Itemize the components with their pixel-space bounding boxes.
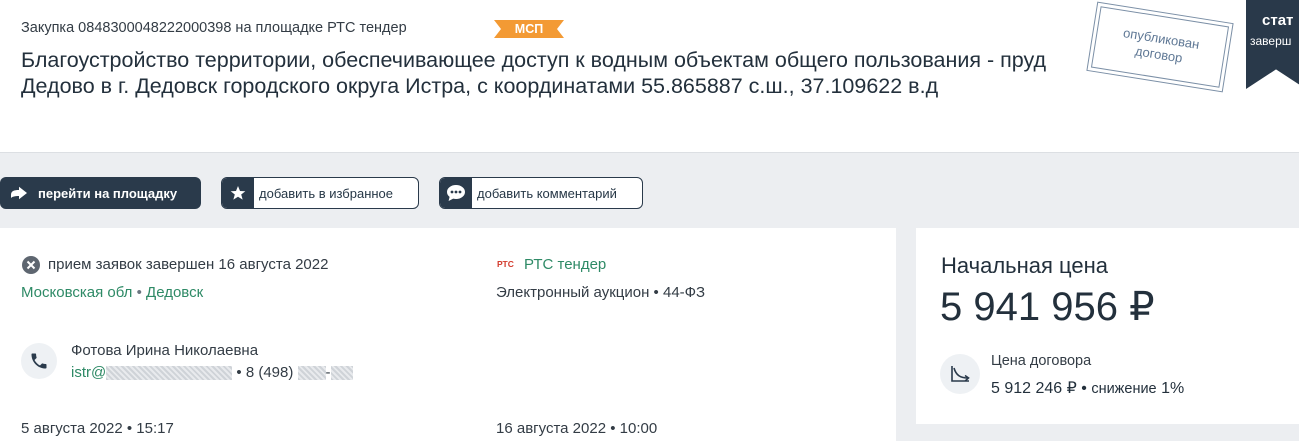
status-flag-title: стат bbox=[1262, 12, 1294, 29]
add-to-favorites-button[interactable]: добавить в избранное bbox=[221, 177, 419, 209]
contract-price-line: 5 912 246 ₽ • снижение 1% bbox=[991, 378, 1184, 398]
redacted-phone-part bbox=[330, 366, 353, 381]
initial-price-value: 5 941 956 ₽ bbox=[940, 285, 1155, 329]
application-status: прием заявок завершен 16 августа 2022 bbox=[48, 256, 329, 273]
procedure-type: Электронный аукцион • 44-ФЗ bbox=[496, 284, 706, 301]
go-to-platform-label: перейти на площадку bbox=[38, 185, 178, 201]
purchase-header: Закупка 0848300048222000398 на площадке … bbox=[0, 0, 1299, 153]
trend-down-icon bbox=[940, 354, 980, 394]
star-icon bbox=[222, 178, 254, 208]
phone-prefix: • 8 (498) bbox=[236, 364, 294, 381]
contract-price-value: 5 912 246 ₽ bbox=[991, 380, 1077, 397]
purchase-title: Благоустройство территории, обеспечивающ… bbox=[21, 48, 1047, 98]
add-comment-label: добавить комментарий bbox=[477, 185, 617, 201]
region-link[interactable]: Московская обл bbox=[21, 284, 132, 301]
city-link[interactable]: Дедовск bbox=[146, 284, 203, 301]
rts-logo: РТС bbox=[497, 259, 514, 269]
publish-date: 5 августа 2022 • 15:17 bbox=[21, 420, 174, 437]
msp-badge: МСП bbox=[494, 20, 564, 38]
reduction-value: 1% bbox=[1161, 380, 1185, 397]
add-comment-button[interactable]: добавить комментарий bbox=[439, 177, 643, 209]
add-to-favorites-label: добавить в избранное bbox=[259, 185, 394, 201]
contract-price-separator: • bbox=[1081, 380, 1087, 397]
redacted-phone-part bbox=[297, 366, 326, 381]
platform-link[interactable]: РТС тендер bbox=[524, 256, 606, 273]
initial-price-label: Начальная цена bbox=[941, 253, 1109, 278]
arrow-right-icon bbox=[10, 186, 28, 200]
redacted-email bbox=[106, 366, 233, 381]
reduction-label: снижение bbox=[1091, 381, 1157, 397]
status-flag: стат заверш bbox=[1246, 0, 1299, 89]
contract-price-label: Цена договора bbox=[991, 353, 1092, 369]
purchase-number: Закупка 0848300048222000398 на площадке … bbox=[21, 20, 407, 36]
contact-info: istr@ • 8 (498) - bbox=[71, 364, 353, 381]
location-separator: • bbox=[136, 284, 142, 301]
location: Московская обл • Дедовск bbox=[21, 284, 203, 301]
email-link[interactable]: istr@ bbox=[71, 364, 106, 381]
speech-bubble-icon bbox=[440, 178, 472, 208]
go-to-platform-button[interactable]: перейти на площадку bbox=[0, 177, 201, 209]
price-card: Начальная цена 5 941 956 ₽ Цена договора… bbox=[916, 228, 1299, 424]
deadline-date: 16 августа 2022 • 10:00 bbox=[496, 420, 658, 437]
close-circle-icon bbox=[21, 255, 41, 280]
status-flag-subtitle: заверш bbox=[1250, 34, 1292, 48]
phone-icon bbox=[21, 343, 57, 379]
published-contract-stamp: опубликован договор bbox=[1086, 0, 1234, 94]
contact-name: Фотова Ирина Николаевна bbox=[71, 342, 259, 359]
